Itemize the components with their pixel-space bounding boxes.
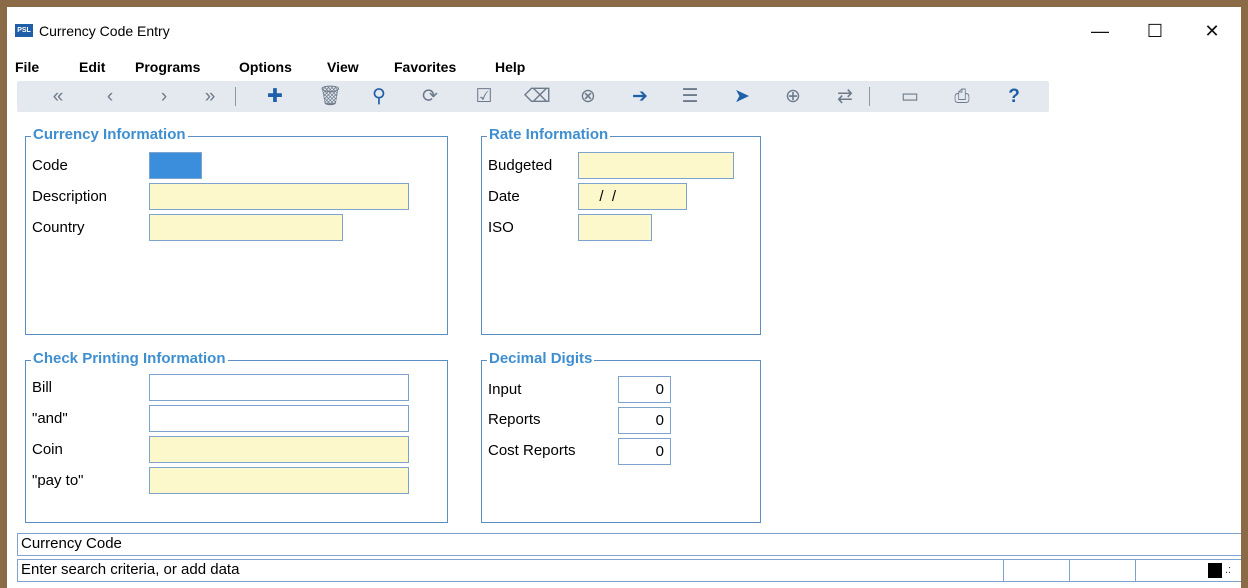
reports-digits-field[interactable]: 0 (618, 407, 671, 434)
close-button[interactable]: ✕ (1189, 15, 1235, 47)
pointer-icon[interactable]: ➤ (729, 84, 755, 109)
exit-icon[interactable]: ➔ (627, 84, 653, 109)
toolbar: « ‹ › » ✚ 🗑 ⚲ ⟳ ☑ ⌫ ⊗ ➔ ☰ ➤ ⊕ ⇄ ▭ ⎙ ? (17, 81, 1049, 112)
coin-field[interactable] (149, 436, 409, 463)
currency-information-group: Currency Information Code Description Co… (25, 126, 448, 335)
eraser-icon[interactable]: ⌫ (524, 84, 551, 109)
description-label: Description (32, 188, 108, 205)
toolbar-separator (235, 87, 236, 106)
first-record-icon[interactable]: « (45, 84, 71, 109)
note-icon[interactable]: ▭ (897, 84, 923, 109)
previous-record-icon[interactable]: ‹ (97, 84, 123, 109)
iso-label: ISO (488, 219, 514, 236)
app-window: PSL Currency Code Entry — ☐ ✕ File Edit … (7, 7, 1241, 588)
status-cell (1069, 560, 1136, 581)
list-icon[interactable]: ☰ (677, 84, 703, 109)
cancel-icon[interactable]: ⊗ (575, 84, 601, 109)
currency-information-title: Currency Information (31, 126, 188, 143)
bill-label: Bill (32, 379, 53, 396)
rate-information-group: Rate Information Budgeted Date / / ISO (481, 126, 761, 335)
budgeted-label: Budgeted (488, 157, 553, 174)
resize-grip-icon[interactable]: .: (1225, 560, 1231, 580)
last-record-icon[interactable]: » (197, 84, 223, 109)
status-bar: Enter search criteria, or add data .: (17, 559, 1241, 582)
rate-information-title: Rate Information (487, 126, 611, 143)
help-icon[interactable]: ? (1001, 84, 1027, 109)
next-record-icon[interactable]: › (151, 84, 177, 109)
iso-field[interactable] (578, 214, 652, 241)
menu-help[interactable]: Help (495, 59, 525, 75)
bill-field[interactable] (149, 374, 409, 401)
menu-edit[interactable]: Edit (79, 59, 105, 75)
country-field[interactable] (149, 214, 343, 241)
form-area: Currency Information Code Description Co… (9, 115, 1241, 529)
title-bar: PSL Currency Code Entry — ☐ ✕ (7, 7, 1241, 54)
date-field[interactable]: / / (578, 183, 687, 210)
save-check-icon[interactable]: ☑ (471, 84, 497, 109)
toolbar-separator (869, 87, 870, 106)
and-field[interactable] (149, 405, 409, 432)
cost-reports-digits-label: Cost Reports (488, 442, 576, 459)
date-label: Date (488, 188, 520, 205)
code-field[interactable] (149, 152, 202, 179)
field-name-bar: Currency Code (17, 533, 1241, 556)
maximize-button[interactable]: ☐ (1132, 15, 1178, 47)
description-field[interactable] (149, 183, 409, 210)
minimize-button[interactable]: — (1077, 15, 1123, 47)
add-icon[interactable]: ✚ (262, 84, 288, 109)
status-indicator (1208, 563, 1222, 578)
delete-icon[interactable]: 🗑 (317, 84, 343, 109)
country-label: Country (32, 219, 85, 236)
input-digits-label: Input (488, 381, 522, 398)
swap-icon[interactable]: ⇄ (832, 84, 858, 109)
field-name-text: Currency Code (21, 535, 122, 552)
status-message: Enter search criteria, or add data (21, 561, 240, 578)
menu-programs[interactable]: Programs (135, 59, 200, 75)
print-icon[interactable]: ⎙ (949, 84, 975, 109)
check-printing-title: Check Printing Information (31, 350, 228, 367)
zoom-icon[interactable]: ⊕ (780, 84, 806, 109)
and-label: "and" (32, 410, 68, 427)
window-title: Currency Code Entry (39, 23, 170, 39)
budgeted-field[interactable] (578, 152, 734, 179)
pay-to-field[interactable] (149, 467, 409, 494)
check-printing-group: Check Printing Information Bill "and" Co… (25, 350, 448, 523)
menu-file[interactable]: File (15, 59, 39, 75)
search-icon[interactable]: ⚲ (366, 84, 392, 109)
code-label: Code (32, 157, 68, 174)
menu-favorites[interactable]: Favorites (394, 59, 456, 75)
status-cell (1135, 560, 1202, 581)
coin-label: Coin (32, 441, 63, 458)
app-logo-icon: PSL (15, 24, 33, 37)
decimal-digits-group: Decimal Digits Input 0 Reports 0 Cost Re… (481, 350, 761, 523)
menu-view[interactable]: View (327, 59, 359, 75)
reports-digits-label: Reports (488, 411, 541, 428)
decimal-digits-title: Decimal Digits (487, 350, 595, 367)
input-digits-field[interactable]: 0 (618, 376, 671, 403)
cost-reports-digits-field[interactable]: 0 (618, 438, 671, 465)
menu-bar: File Edit Programs Options View Favorite… (7, 57, 1241, 79)
menu-options[interactable]: Options (239, 59, 292, 75)
pay-to-label: "pay to" (32, 472, 84, 489)
refresh-icon[interactable]: ⟳ (417, 84, 443, 109)
status-cell (1003, 560, 1070, 581)
